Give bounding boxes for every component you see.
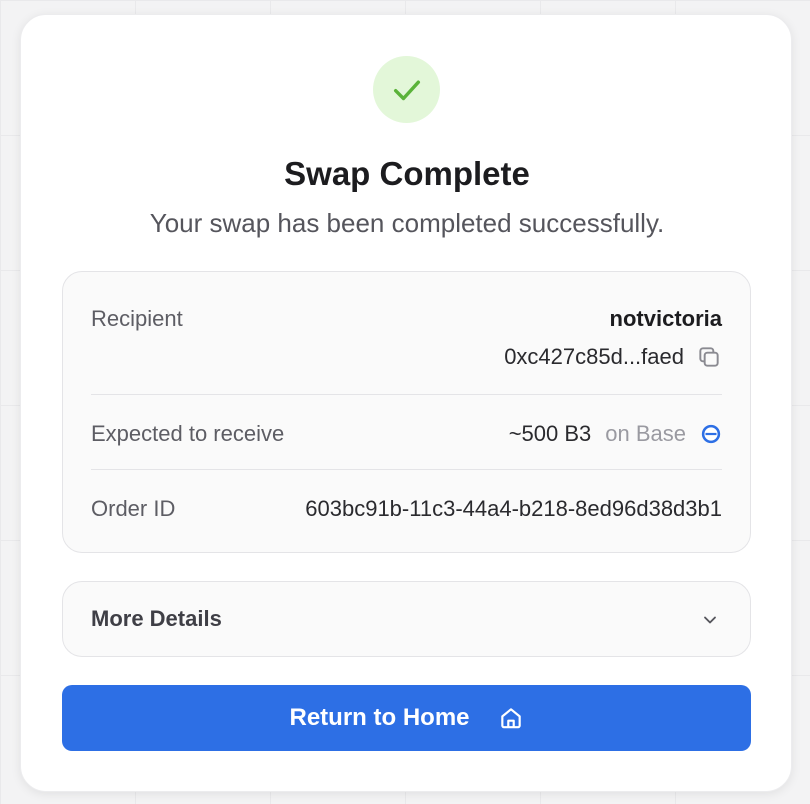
- base-chain-icon: [700, 423, 722, 445]
- check-icon: [390, 73, 424, 107]
- success-badge: [373, 56, 440, 123]
- recipient-name: notvictoria: [609, 306, 722, 331]
- divider: [91, 469, 722, 470]
- receive-amount: ~500 B3: [508, 421, 592, 446]
- order-id-value: 603bc91b-11c3-44a4-b218-8ed96d38d3b1: [305, 496, 722, 521]
- more-details-label: More Details: [91, 606, 222, 631]
- swap-summary: Recipient notvictoria 0xc427c85d...faed …: [62, 271, 751, 553]
- return-home-label: Return to Home: [289, 704, 470, 731]
- copy-icon[interactable]: [696, 344, 722, 370]
- modal-subtitle: Your swap has been completed successfull…: [149, 208, 665, 238]
- modal-title: Swap Complete: [284, 155, 530, 192]
- more-details-toggle[interactable]: More Details: [62, 581, 751, 657]
- return-home-button[interactable]: Return to Home: [62, 685, 751, 751]
- chevron-down-icon: [700, 610, 720, 630]
- divider: [91, 394, 722, 395]
- receive-chain: on Base: [605, 421, 686, 446]
- recipient-address-row: 0xc427c85d...faed: [504, 344, 722, 370]
- receive-label: Expected to receive: [91, 421, 285, 446]
- recipient-label: Recipient: [91, 306, 183, 331]
- receive-value: ~500 B3 on Base: [509, 421, 722, 447]
- recipient-address: 0xc427c85d...faed: [504, 344, 684, 369]
- order-id-label: Order ID: [91, 496, 176, 521]
- home-icon: [498, 705, 524, 731]
- swap-complete-card: Swap Complete Your swap has been complet…: [20, 14, 792, 792]
